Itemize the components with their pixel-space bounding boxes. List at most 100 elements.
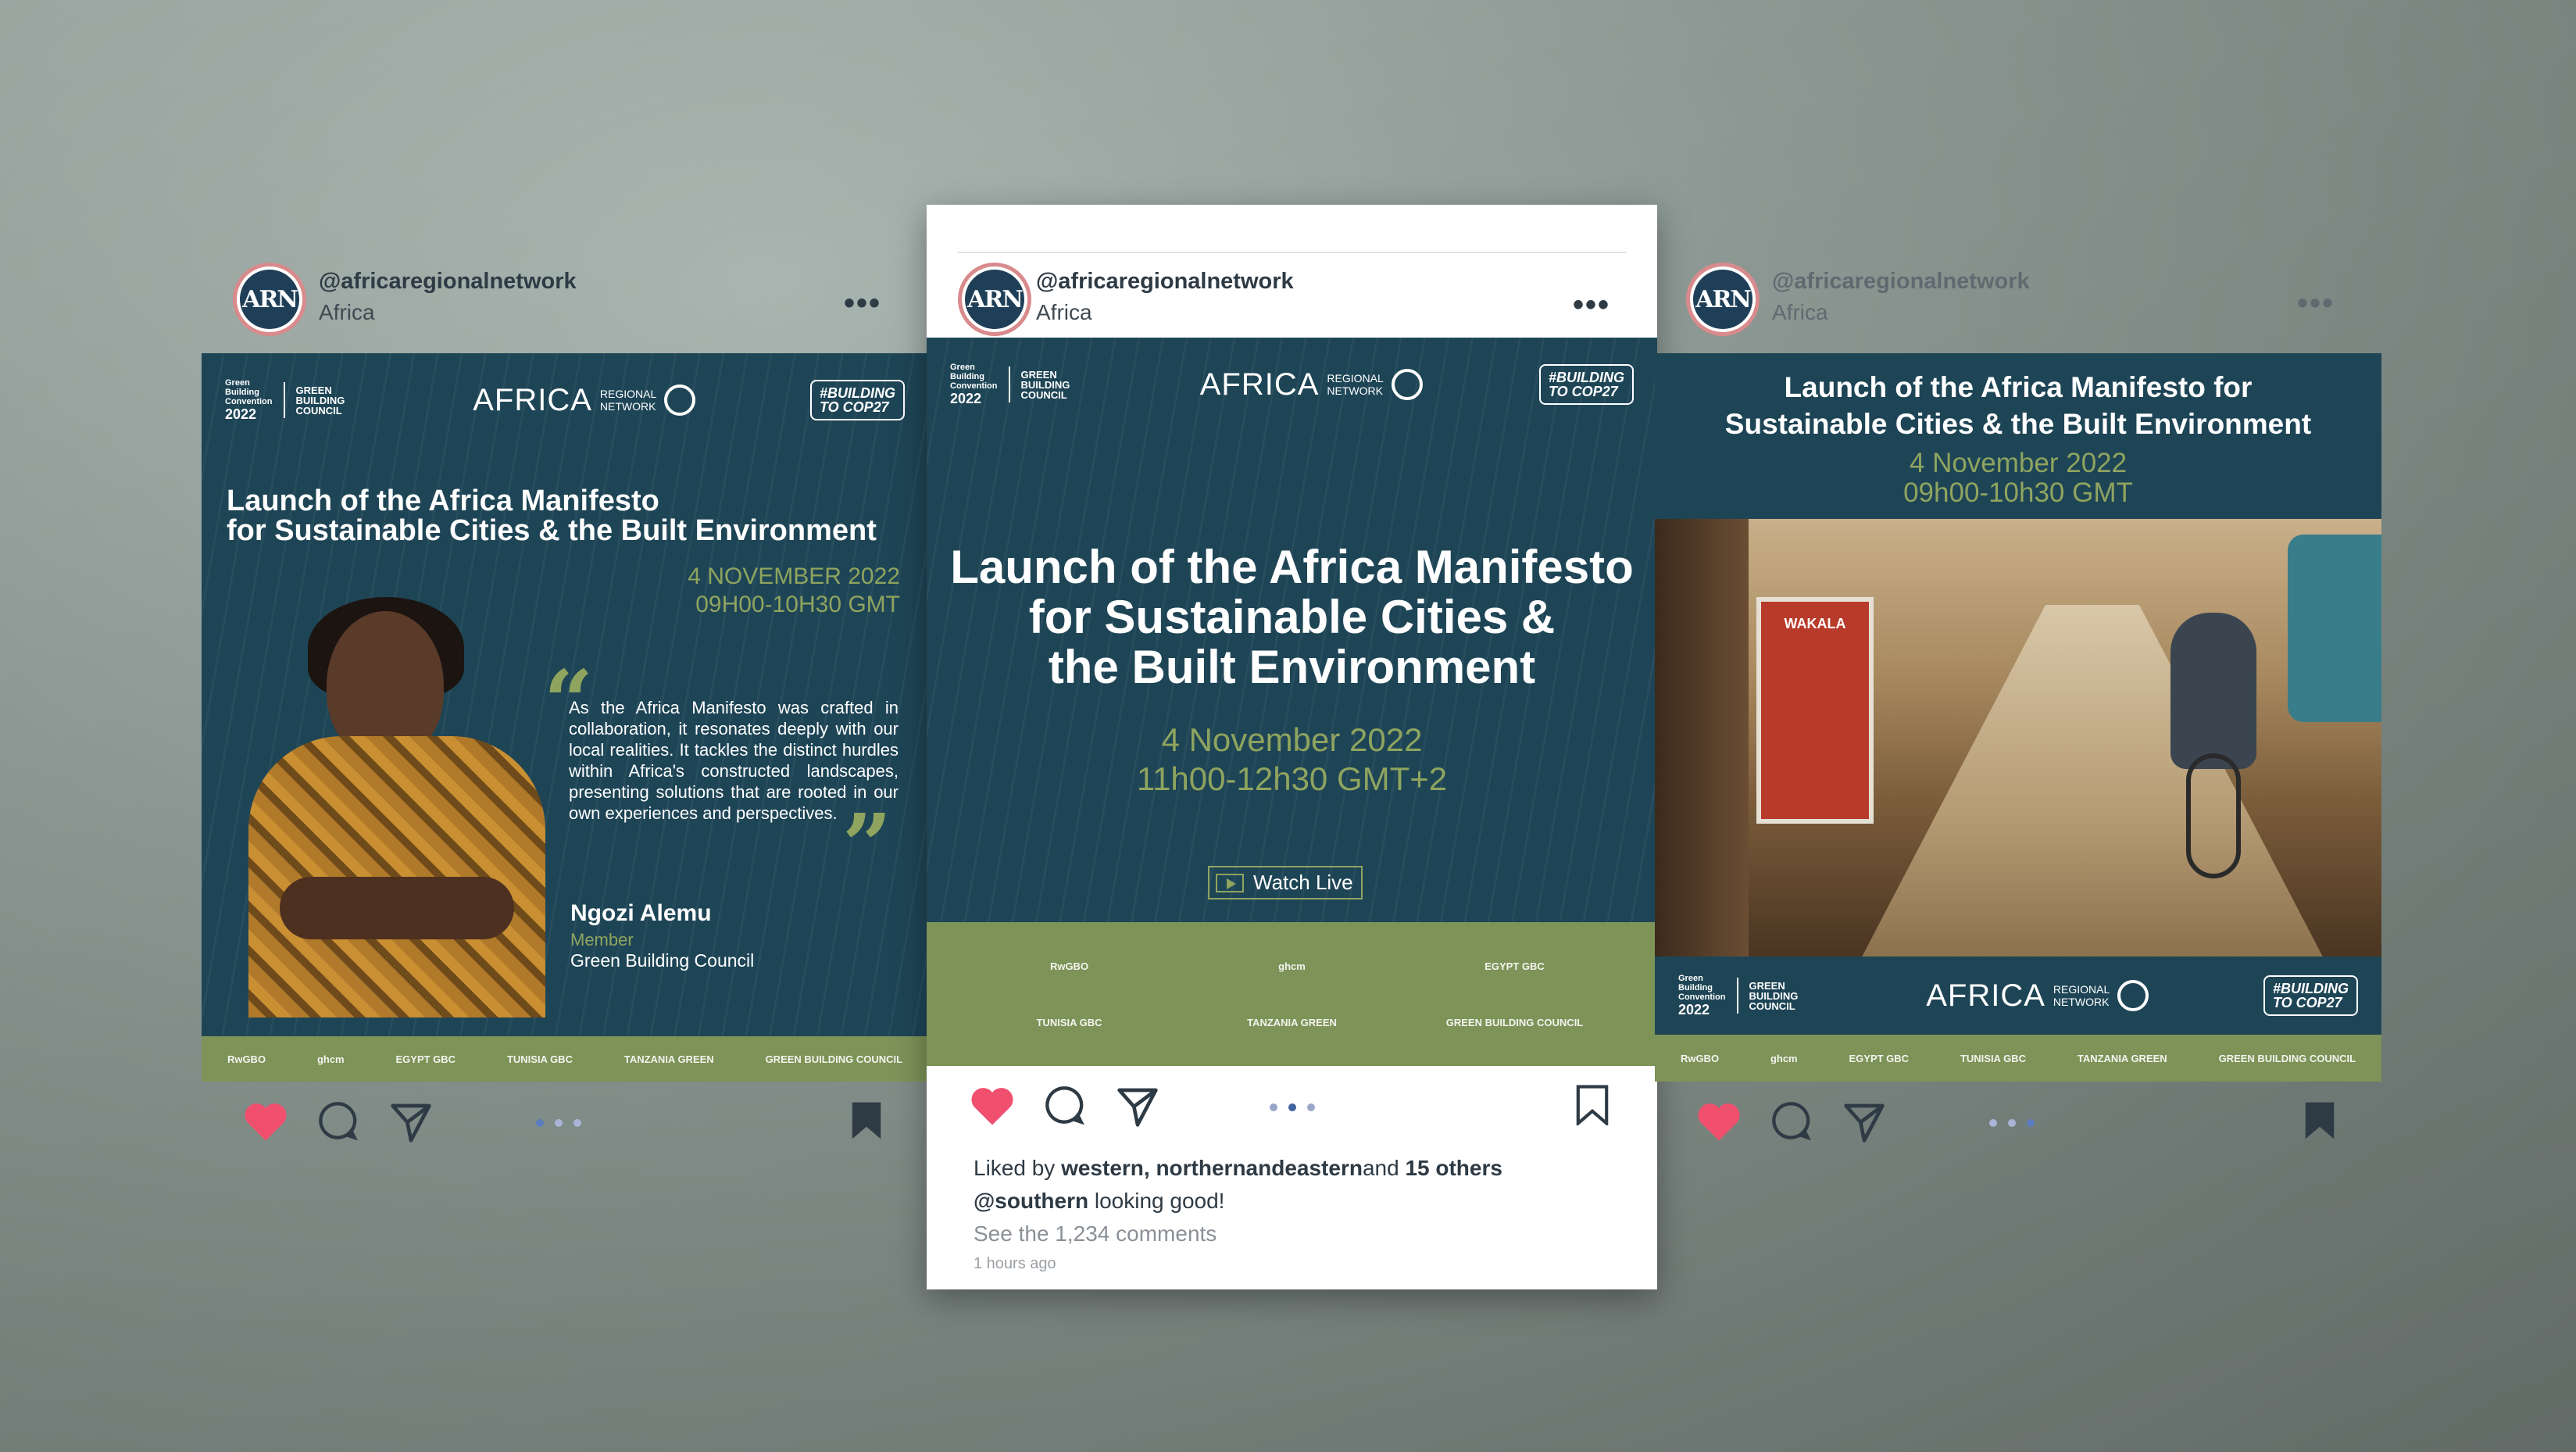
more-icon[interactable]: •••: [844, 286, 881, 321]
sponsor-logo: TANZANIA GREEN: [2077, 1052, 2167, 1064]
post-header: ARN @africaregionalnetwork Africa •••: [202, 252, 928, 353]
account-handle[interactable]: @africaregionalnetwork: [1036, 269, 1294, 295]
post-title: Launch of the Africa Manifesto for Susta…: [227, 486, 877, 545]
sponsor-logo: TANZANIA GREEN: [623, 1053, 714, 1065]
avatar[interactable]: ARN: [1686, 263, 1760, 336]
page-dot: [2027, 1119, 2035, 1127]
page-dot: [2008, 1119, 2016, 1127]
gbc-text: Building: [950, 371, 984, 381]
gbc-council: GREEN BUILDING COUNCIL: [1749, 979, 1799, 1012]
wgbc-icon: [1391, 369, 1423, 400]
sponsor-logo: TANZANIA GREEN: [1247, 1016, 1337, 1028]
post-right: ARN @africaregionalnetwork Africa ••• La…: [1655, 252, 2381, 1168]
sponsor-logo: EGYPT GBC: [1849, 1052, 1910, 1064]
gbc-text: Green: [1678, 973, 1703, 983]
bookmark-icon[interactable]: [1576, 1085, 1609, 1125]
account-handle[interactable]: @africaregionalnetwork: [319, 269, 577, 295]
sponsor-logo: ghcm: [316, 1053, 345, 1065]
wgbc-icon: [2117, 980, 2149, 1011]
photo-shape: [2170, 613, 2256, 769]
avatar[interactable]: ARN: [233, 263, 306, 336]
post-meta: Liked by western, northernandeasternand …: [927, 1152, 1657, 1277]
likes-others[interactable]: 15 others: [1405, 1156, 1502, 1180]
sponsor-strip: RwGBO ghcm EGYPT GBC TUNISIA GBC TANZANI…: [202, 1036, 928, 1082]
arn-sub: NETWORK: [599, 400, 656, 413]
arn-logo: AFRICA REGIONAL NETWORK: [1926, 978, 2149, 1014]
caption-user[interactable]: @southern: [974, 1189, 1088, 1213]
gbc-text: Building: [225, 387, 259, 397]
gbc-text: Convention: [1678, 992, 1726, 1002]
divider: [283, 382, 285, 418]
quote-close-icon: ”: [842, 795, 892, 896]
gbc-council: GREEN BUILDING COUNCIL: [1020, 368, 1070, 401]
likes-names[interactable]: western, northernandeastern: [1061, 1156, 1363, 1180]
page-dot: [1288, 1103, 1296, 1111]
likes-line: Liked by western, northernandeasternand …: [974, 1152, 1610, 1185]
account-handle[interactable]: @africaregionalnetwork: [1772, 269, 2030, 295]
arn-sub: REGIONAL: [599, 388, 657, 400]
arn-logo: AFRICA REGIONAL NETWORK: [473, 383, 696, 418]
bookmark-icon[interactable]: [2303, 1100, 2336, 1141]
title-line: for Sustainable Cities &: [1028, 591, 1556, 643]
arn-logo: AFRICA REGIONAL NETWORK: [1200, 367, 1423, 402]
branding-bar: Green Building Convention 2022 GREEN BUILDI…: [1678, 972, 2358, 1019]
photo-shape: [2186, 753, 2241, 878]
bookmark-icon[interactable]: [850, 1100, 883, 1141]
time-line: 09h00-10h30 GMT: [1903, 477, 2133, 508]
post-center: ARN @africaregionalnetwork Africa ••• Gr…: [927, 205, 1657, 1289]
cop-text: TO COP27: [819, 399, 889, 415]
page-dot: [573, 1119, 581, 1127]
avatar[interactable]: ARN: [958, 263, 1031, 336]
more-icon[interactable]: •••: [2297, 286, 2335, 321]
more-icon[interactable]: •••: [1573, 288, 1610, 323]
cop-text: #BUILDING: [2272, 981, 2349, 996]
cop-text: #BUILDING: [1548, 370, 1624, 385]
title-line: the Built Environment: [1048, 641, 1536, 693]
title-line: for Sustainable Cities & the Built Envir…: [227, 514, 877, 547]
sponsor-logo: RwGBO: [1680, 1052, 1720, 1064]
time-line: 09H00-10H30 GMT: [695, 592, 900, 617]
post-image: Green Building Convention 2022 GREEN BUILDI…: [927, 338, 1657, 1066]
carousel-indicator: [927, 1103, 1657, 1111]
sign-text: WAKALA: [1784, 616, 1846, 631]
avatar-logo: ARN: [1693, 270, 1752, 329]
gbc-text: Green: [225, 377, 250, 388]
comments-link[interactable]: See the 1,234 comments: [974, 1218, 1610, 1250]
arn-title: AFRICA: [1199, 367, 1320, 402]
sponsor-logo: GREEN BUILDING COUNCIL: [1445, 1016, 1584, 1028]
post-left: ARN @africaregionalnetwork Africa ••• Gr…: [202, 252, 928, 1168]
sponsor-logo: ghcm: [1278, 960, 1306, 972]
title-line: Launch of the Africa Manifesto: [227, 485, 659, 517]
page-dot: [536, 1119, 544, 1127]
likes-prefix: Liked by: [974, 1156, 1062, 1180]
sponsor-logo: GREEN BUILDING COUNCIL: [765, 1053, 903, 1065]
account-location: Africa: [319, 300, 375, 324]
cop27-badge: #BUILDING TO COP27: [2263, 975, 2358, 1016]
branding-bar: Green Building Convention 2022 GREEN BUILDI…: [225, 377, 905, 424]
watch-live-button[interactable]: Watch Live: [1208, 866, 1363, 899]
account-location: Africa: [1036, 300, 1092, 324]
avatar-logo: ARN: [240, 270, 299, 329]
avatar-logo: ARN: [965, 270, 1024, 329]
arn-sub: REGIONAL: [1327, 372, 1384, 384]
gbc-logo: Green Building Convention 2022 GREEN BUILDI…: [1678, 974, 1812, 1018]
account-location: Africa: [1772, 300, 1828, 324]
date-line: 4 NOVEMBER 2022: [688, 563, 900, 589]
event-date: 4 November 2022 11h00-12h30 GMT+2: [927, 721, 1657, 799]
caption: @southern looking good!: [974, 1185, 1610, 1218]
sponsor-strip: RwGBO ghcm EGYPT GBC TUNISIA GBC TANZANI…: [1655, 1035, 2381, 1082]
speaker-name: Ngozi Alemu: [570, 900, 712, 926]
post-image: Launch of the Africa Manifesto for Susta…: [1655, 353, 2381, 1082]
watch-live-label: Watch Live: [1253, 871, 1353, 894]
gbc-text: Convention: [950, 381, 998, 391]
gbc-text: Green: [950, 362, 975, 372]
time-line: 11h00-12h30 GMT+2: [1136, 760, 1448, 797]
page-dot: [1989, 1119, 1997, 1127]
branding-band: Green Building Convention 2022 GREEN BUILDI…: [1655, 957, 2381, 1035]
photo-shape: [2288, 535, 2381, 722]
title-line: Launch of the Africa Manifesto for: [1784, 371, 2253, 403]
photo-shape: [1858, 605, 2327, 957]
gbc-text: Building: [1678, 982, 1713, 992]
sponsor-logo: EGYPT GBC: [395, 1053, 456, 1065]
sponsor-logo: EGYPT GBC: [1485, 960, 1545, 972]
